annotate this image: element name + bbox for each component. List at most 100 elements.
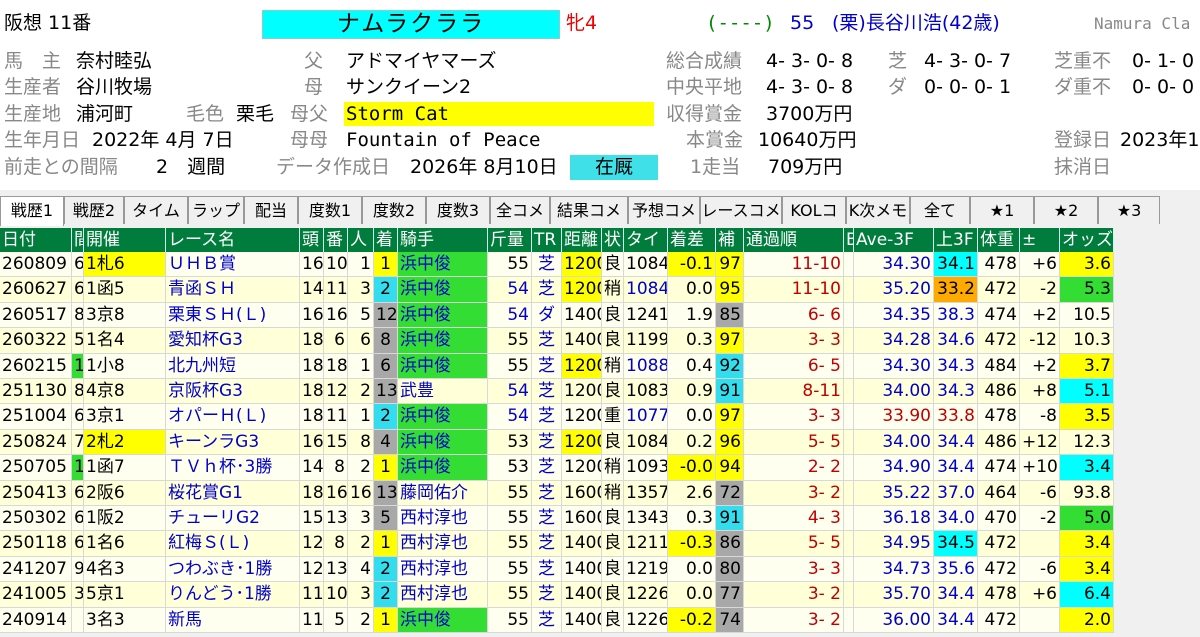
col-header-b[interactable]: B	[844, 228, 854, 252]
cell-odds: 3.7	[1060, 353, 1114, 379]
tab-17[interactable]: ★3	[1098, 196, 1160, 224]
cell-weight-change: +2	[1020, 302, 1060, 329]
cell-popularity: 6	[348, 328, 374, 354]
cell-body-weight: 474	[978, 302, 1020, 329]
col-header-distance[interactable]: 距離	[562, 228, 602, 252]
tab-12[interactable]: KOLコメ	[782, 196, 846, 248]
tab-3[interactable]: ラップ	[188, 196, 244, 224]
col-header-venue[interactable]: 開催	[84, 228, 166, 252]
col-header-interval[interactable]: 間	[72, 228, 84, 252]
cell-interval: 9	[72, 556, 84, 583]
col-header-odds[interactable]: オッズ	[1060, 228, 1114, 252]
cell-body-weight: 474	[978, 455, 1020, 481]
col-header-post[interactable]: 番	[324, 228, 348, 252]
col-header-popularity[interactable]: 人	[348, 228, 374, 252]
col-header-race-name[interactable]: レース名	[166, 228, 300, 252]
cell-finish: 5	[374, 506, 398, 532]
tab-7[interactable]: 度数3	[426, 196, 490, 224]
col-header-condition[interactable]: 状	[602, 228, 624, 252]
cell-race-name[interactable]: 北九州短	[166, 353, 300, 379]
cell-margin: 0.0	[668, 556, 716, 583]
cell-race-name[interactable]: 紅梅Ｓ(Ｌ)	[166, 531, 300, 557]
dirt-bad-label: ダ重不	[1054, 76, 1112, 98]
tab-11[interactable]: レースコメ	[700, 196, 782, 224]
cell-weight-change: +6	[1020, 252, 1060, 278]
tab-1[interactable]: 戦歴2	[64, 196, 124, 224]
col-header-weight-change[interactable]: ±	[1020, 228, 1060, 252]
cell-interval: 11	[72, 353, 84, 379]
cell-margin: 0.0	[668, 404, 716, 430]
col-header-body-weight[interactable]: 体重	[978, 228, 1020, 252]
cell-race-name[interactable]: りんどう･1勝	[166, 582, 300, 608]
cell-race-name[interactable]: 京阪杯G3	[166, 379, 300, 405]
coat: 栗毛	[236, 103, 275, 125]
cell-popularity: 16	[348, 480, 374, 506]
cell-body-weight: 464	[978, 480, 1020, 506]
cell-condition: 稍	[602, 480, 624, 506]
tab-9[interactable]: 結果コメ	[550, 196, 628, 224]
tab-5[interactable]: 度数1	[298, 196, 362, 224]
cell-venue: 1函7	[84, 455, 166, 481]
cell-condition: 良	[602, 252, 624, 278]
cell-date: 260517	[0, 302, 72, 329]
tab-14[interactable]: 全て	[910, 196, 970, 224]
cell-weight: 55	[488, 252, 532, 278]
cell-weight: 55	[488, 607, 532, 633]
cell-jockey: 浜中俊	[398, 302, 488, 329]
tab-15[interactable]: ★1	[970, 196, 1034, 224]
cell-weight: 55	[488, 328, 532, 354]
col-header-jockey[interactable]: 騎手	[398, 228, 488, 252]
cell-odds: 3.5	[1060, 404, 1114, 430]
col-header-passing[interactable]: 通過順	[744, 228, 844, 252]
cell-margin: 0.9	[668, 379, 716, 405]
col-header-margin[interactable]: 着差	[668, 228, 716, 252]
dam-label: 母	[304, 76, 324, 98]
tab-8[interactable]: 全コメ	[490, 196, 550, 224]
cell-odds: 93.8	[1060, 480, 1114, 506]
col-header-date[interactable]: 日付	[0, 228, 72, 252]
tab-4[interactable]: 配当	[244, 196, 298, 224]
col-header-rating[interactable]: 補	[716, 228, 744, 252]
col-header-field-size[interactable]: 頭	[300, 228, 324, 252]
cell-track: 芝	[532, 277, 562, 303]
cell-finish: 1	[374, 531, 398, 557]
cell-time: 1088	[624, 353, 668, 379]
cell-venue: 3京8	[84, 302, 166, 329]
tab-0[interactable]: 戦歴1	[0, 196, 64, 226]
col-header-weight[interactable]: 斤量	[488, 228, 532, 252]
cell-race-name[interactable]: 新馬	[166, 607, 300, 633]
cell-race-name[interactable]: 栗東ＳＨ(Ｌ)	[166, 302, 300, 329]
cell-date: 250302	[0, 506, 72, 532]
cell-post: 16	[324, 480, 348, 506]
cell-race-name[interactable]: ＵＨＢ賞	[166, 252, 300, 278]
cell-ave3f: 33.90	[854, 404, 934, 430]
col-header-last3f[interactable]: 上3F	[934, 228, 978, 252]
damdam: Fountain of Peace	[346, 129, 541, 151]
tab-10[interactable]: 予想コメ	[628, 196, 700, 224]
cell-rating: 95	[716, 277, 744, 303]
tab-16[interactable]: ★2	[1034, 196, 1098, 224]
tab-6[interactable]: 度数2	[362, 196, 426, 224]
cell-race-name[interactable]: キーンラG3	[166, 429, 300, 456]
cell-condition: 良	[602, 328, 624, 354]
col-header-finish[interactable]: 着	[374, 228, 398, 252]
cell-post: 13	[324, 506, 348, 532]
col-header-ave3f[interactable]: Ave-3F	[854, 228, 934, 252]
cell-race-name[interactable]: つわぶき･1勝	[166, 556, 300, 583]
cell-distance: 1200	[562, 379, 602, 405]
cell-race-name[interactable]: ＴＶｈ杯･3勝	[166, 455, 300, 481]
status-badge: 在厩	[570, 155, 658, 180]
cell-b	[844, 506, 854, 532]
tab-2[interactable]: タイム	[124, 196, 188, 224]
cell-race-name[interactable]: 愛知杯G3	[166, 328, 300, 354]
cell-race-name[interactable]: オパーＨ(Ｌ)	[166, 404, 300, 430]
cell-post: 11	[324, 277, 348, 303]
interval: 2 週間	[156, 156, 226, 178]
col-header-time[interactable]: タイム	[624, 228, 668, 252]
cell-race-name[interactable]: チューリG2	[166, 506, 300, 532]
cell-field-size: 16	[300, 302, 324, 329]
cell-race-name[interactable]: 桜花賞G1	[166, 480, 300, 506]
tab-13[interactable]: K次メモ	[846, 196, 910, 224]
col-header-track[interactable]: TR	[532, 228, 562, 252]
cell-race-name[interactable]: 青函ＳＨ	[166, 277, 300, 303]
